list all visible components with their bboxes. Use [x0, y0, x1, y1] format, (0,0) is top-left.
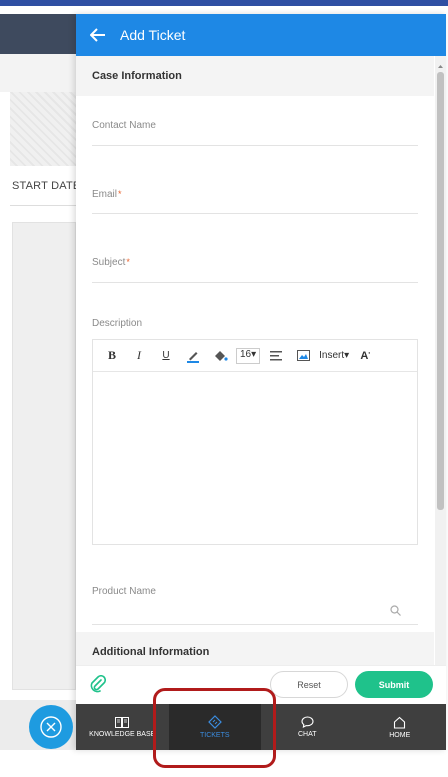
nav-home-label: HOME: [389, 731, 411, 739]
required-marker: *: [126, 257, 130, 267]
start-date-column-header[interactable]: START DATE: [12, 180, 80, 192]
bold-button[interactable]: B: [101, 345, 123, 367]
case-information-heading: Case Information: [76, 56, 434, 96]
close-icon: [40, 716, 62, 738]
required-marker: *: [118, 189, 122, 199]
close-widget-button[interactable]: [29, 705, 73, 749]
nav-home[interactable]: HOME: [354, 704, 447, 750]
description-textarea[interactable]: [93, 373, 417, 544]
email-label-text: Email: [92, 189, 118, 200]
font-size-select[interactable]: 16▾: [236, 345, 261, 367]
insert-dropdown[interactable]: Insert ▾: [319, 345, 349, 367]
font-size-value: 16▾: [236, 347, 261, 364]
arrow-left-icon[interactable]: [76, 14, 120, 56]
contact-name-field[interactable]: Contact Name: [92, 118, 418, 146]
subject-label: Subject*: [92, 257, 130, 268]
background-divider: [10, 205, 80, 206]
add-ticket-widget: Add Ticket Case Information Contact Name…: [76, 14, 446, 750]
reset-button[interactable]: Reset: [270, 671, 348, 698]
background-placeholder: [10, 92, 76, 166]
description-editor: B I U 16▾ Insert ▾ A ': [92, 339, 418, 545]
insert-label: Insert: [319, 350, 345, 361]
subject-label-text: Subject: [92, 257, 126, 268]
chevron-down-icon: ▾: [344, 350, 350, 361]
widget-header: Add Ticket: [76, 14, 446, 56]
scrollbar[interactable]: [435, 56, 446, 674]
form-scroll-area: Case Information Contact Name Email* Sub…: [76, 56, 434, 674]
email-field[interactable]: Email*: [92, 184, 418, 214]
submit-button[interactable]: Submit: [355, 671, 433, 698]
nav-knowledge-base-label: KNOWLEDGE BASE: [89, 730, 156, 738]
nav-chat-label: CHAT: [297, 731, 317, 738]
fill-color-icon[interactable]: [209, 345, 231, 367]
scroll-up-icon[interactable]: [435, 58, 446, 68]
tickets-highlight-annotation: [153, 688, 276, 768]
paperclip-icon[interactable]: [90, 674, 107, 698]
font-family-label: A: [360, 349, 369, 362]
font-size-text: 16: [240, 348, 252, 360]
font-family-button[interactable]: A ': [354, 345, 376, 367]
background-band: [0, 54, 80, 92]
product-name-label: Product Name: [92, 586, 156, 597]
background-header: [0, 14, 80, 54]
background-top-strip: [0, 0, 448, 6]
underline-button[interactable]: U: [155, 345, 177, 367]
home-icon: [394, 716, 406, 729]
text-color-icon[interactable]: [182, 345, 204, 367]
italic-button[interactable]: I: [128, 345, 150, 367]
email-label: Email*: [92, 189, 122, 200]
sparkle-icon: ': [368, 352, 371, 359]
widget-title: Add Ticket: [120, 27, 186, 43]
search-icon[interactable]: [390, 603, 401, 621]
product-name-field[interactable]: Product Name: [92, 580, 418, 625]
editor-toolbar: B I U 16▾ Insert ▾ A ': [93, 340, 417, 372]
image-icon[interactable]: [292, 345, 314, 367]
align-icon[interactable]: [265, 345, 287, 367]
background-panel: [12, 222, 76, 690]
subject-field[interactable]: Subject*: [92, 252, 418, 283]
chat-bubble-icon: [301, 716, 314, 728]
contact-name-label: Contact Name: [92, 120, 156, 131]
book-icon: [115, 716, 130, 728]
description-label: Description: [92, 318, 143, 329]
scrollbar-thumb[interactable]: [437, 72, 444, 510]
